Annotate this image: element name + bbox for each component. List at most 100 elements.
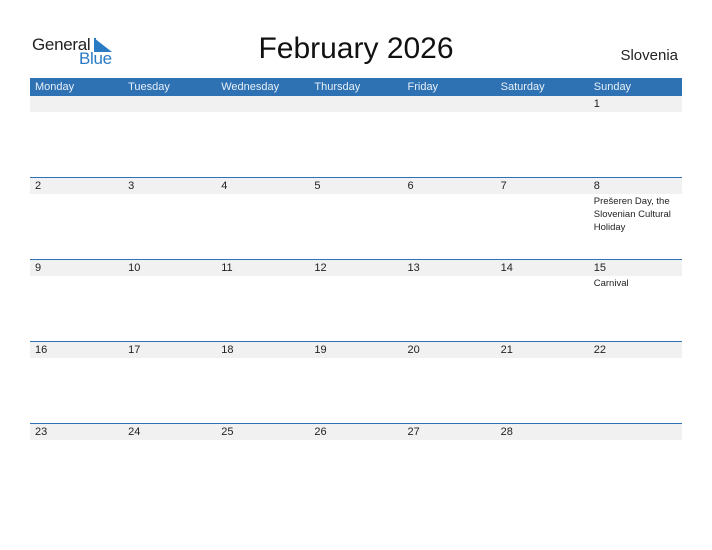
day-cell: 18 [216,342,309,423]
holiday-label [408,358,496,359]
holiday-label [594,358,682,359]
holiday-label [594,440,682,441]
holiday-label [35,276,123,277]
day-number: 26 [314,426,327,438]
week-row: 16 17 18 19 20 21 22 [30,341,682,423]
day-cell: 2 [30,178,123,259]
holiday-label [128,358,216,359]
holiday-label [314,194,402,195]
day-cell: 14 [496,260,589,341]
holiday-label [408,276,496,277]
day-number: 1 [593,98,600,110]
day-number [128,96,216,112]
weekday-tuesday: Tuesday [128,81,170,93]
day-cell [30,96,123,177]
day-number: 3 [128,180,135,192]
day-cell: 6 [403,178,496,259]
holiday-label [221,112,309,113]
day-cell: 10 [123,260,216,341]
holiday-label [221,194,309,195]
day-cell [309,96,402,177]
day-cell: 5 [309,178,402,259]
weekday-saturday: Saturday [500,81,545,93]
day-cell [589,424,682,505]
week-row: 1 [30,96,682,177]
day-number: 21 [500,344,513,356]
holiday-label [221,276,309,277]
week-row: 23 24 25 26 27 28 [30,423,682,505]
page-title: February 2026 [258,32,454,65]
day-number: 4 [221,180,228,192]
day-number [35,96,123,112]
day-cell: 27 [403,424,496,505]
week-cells: 23 24 25 26 27 28 [30,424,682,505]
day-cell: 19 [309,342,402,423]
day-cell: 1 [589,96,682,177]
weekday-monday: Monday [35,81,75,93]
day-cell: 4 [216,178,309,259]
day-cell: 28 [496,424,589,505]
day-cell: 12 [309,260,402,341]
holiday-label [501,440,589,441]
day-number: 18 [221,344,234,356]
holiday-label [501,276,589,277]
day-number: 11 [221,262,233,274]
holiday-label [128,276,216,277]
day-number: 19 [314,344,327,356]
week-row: 9 10 11 12 13 14 15 Carnival [30,259,682,341]
weekday-friday: Friday [407,81,439,93]
day-number: 14 [500,262,513,274]
holiday-label: Prešeren Day, the Slovenian Cultural Hol… [593,196,671,233]
weekday-header: Monday Tuesday Wednesday Thursday Friday… [30,78,682,96]
day-number: 25 [221,426,234,438]
weekday-thursday: Thursday [314,81,361,93]
week-row: 2 3 4 5 6 7 8 Prešeren Day, the Slovenian Cultu… [30,177,682,259]
weeks-container: 1 2 3 4 5 6 7 8 Prešeren Day, the Slovenian Cult… [30,96,682,505]
day-cell: 22 [589,342,682,423]
day-number: 6 [407,180,414,192]
day-cell: 26 [309,424,402,505]
day-number: 16 [35,344,48,356]
day-cell [123,96,216,177]
day-cell: 11 [216,260,309,341]
day-cell: 9 [30,260,123,341]
holiday-label [408,194,496,195]
day-number [221,96,309,112]
day-cell: 13 [403,260,496,341]
day-cell: 8 Prešeren Day, the Slovenian Cultural Ho… [589,178,682,259]
holiday-label [501,358,589,359]
holiday-label [221,358,309,359]
holiday-label [501,112,589,113]
holiday-label [128,112,216,113]
day-number [501,96,589,112]
weekday-sunday: Sunday [593,81,632,93]
day-number: 22 [593,344,606,356]
day-cell: 3 [123,178,216,259]
calendar-grid: Monday Tuesday Wednesday Thursday Friday… [30,78,682,505]
day-number: 23 [35,426,48,438]
day-number: 9 [35,262,42,274]
day-number: 28 [500,426,513,438]
holiday-label [314,358,402,359]
day-number: 27 [407,426,420,438]
holiday-label [221,440,309,441]
day-number: 24 [128,426,141,438]
holiday-label [128,194,216,195]
holiday-label [35,194,123,195]
day-number: 7 [500,180,507,192]
day-number: 15 [593,262,606,274]
day-cell: 15 Carnival [589,260,682,341]
week-cells: 16 17 18 19 20 21 22 [30,342,682,423]
holiday-label [314,112,402,113]
holiday-label [594,112,682,113]
holiday-label [501,194,589,195]
holiday-label [35,112,123,113]
day-number: 5 [314,180,321,192]
day-cell [496,96,589,177]
holiday-label [408,440,496,441]
day-number: 2 [35,180,42,192]
day-cell: 16 [30,342,123,423]
weekday-wednesday: Wednesday [221,81,280,93]
day-number [594,424,682,440]
day-cell [403,96,496,177]
